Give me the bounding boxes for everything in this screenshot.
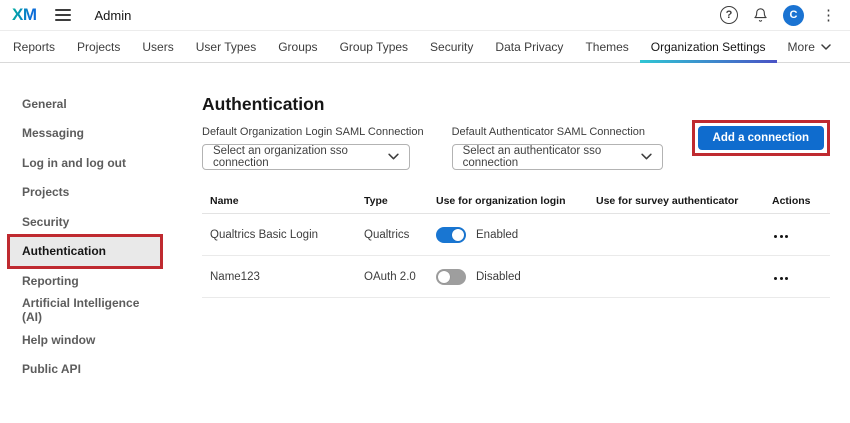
chevron-down-icon [821, 44, 831, 50]
sidebar-item-general[interactable]: General [10, 89, 160, 119]
section-title: Authentication [202, 94, 830, 115]
sidebar-item-messaging[interactable]: Messaging [10, 119, 160, 149]
tab-groups[interactable]: Groups [267, 31, 328, 62]
org-login-toggle-label: Enabled [476, 229, 518, 241]
authenticator-saml-label: Default Authenticator SAML Connection [452, 126, 663, 138]
tab-more-label: More [788, 40, 815, 54]
row-actions-ellipsis-icon[interactable] [772, 235, 788, 238]
settings-sidebar: General Messaging Log in and log out Pro… [0, 63, 202, 384]
authenticator-saml-select-value: Select an authenticator sso connection [463, 145, 641, 169]
table-row: Name123 OAuth 2.0 Disabled [202, 256, 830, 298]
sidebar-item-artificial-intelligence[interactable]: Artificial Intelligence (AI) [10, 296, 160, 326]
top-bar: XM Admin ? C ⋮ [0, 0, 850, 31]
org-login-saml-select[interactable]: Select an organization sso connection [202, 144, 410, 170]
tab-themes[interactable]: Themes [574, 31, 639, 62]
notifications-bell-icon[interactable] [753, 7, 768, 23]
connection-type: Qualtrics [362, 229, 434, 241]
user-avatar[interactable]: C [783, 5, 804, 26]
overflow-kebab-icon[interactable]: ⋮ [819, 8, 838, 23]
tab-user-types[interactable]: User Types [185, 31, 267, 62]
page-title-admin: Admin [95, 8, 132, 23]
col-header-org-login: Use for organization login [434, 195, 594, 207]
sidebar-item-help-window[interactable]: Help window [10, 325, 160, 355]
connections-table: Name Type Use for organization login Use… [202, 188, 830, 298]
org-login-saml-select-value: Select an organization sso connection [213, 145, 388, 169]
sidebar-item-reporting[interactable]: Reporting [10, 266, 160, 296]
tab-group-types[interactable]: Group Types [329, 31, 419, 62]
col-header-name: Name [202, 195, 362, 207]
org-login-toggle-cell: Disabled [434, 269, 594, 285]
admin-app-window: XM Admin ? C ⋮ Reports Projects Users Us… [0, 0, 850, 423]
authenticator-saml-select[interactable]: Select an authenticator sso connection [452, 144, 663, 170]
org-login-toggle[interactable] [436, 269, 466, 285]
table-row: Qualtrics Basic Login Qualtrics Enabled [202, 214, 830, 256]
page-body: General Messaging Log in and log out Pro… [0, 63, 850, 384]
col-header-survey-authenticator: Use for survey authenticator [594, 195, 770, 207]
org-login-toggle-label: Disabled [476, 271, 521, 283]
hamburger-menu-icon[interactable] [55, 9, 71, 21]
sidebar-item-log-in-and-log-out[interactable]: Log in and log out [10, 148, 160, 178]
col-header-type: Type [362, 195, 434, 207]
tab-organization-settings[interactable]: Organization Settings [640, 31, 777, 62]
row-actions-cell [770, 271, 830, 283]
tab-security[interactable]: Security [419, 31, 484, 62]
sidebar-item-projects[interactable]: Projects [10, 178, 160, 208]
sidebar-item-public-api[interactable]: Public API [10, 355, 160, 385]
help-icon[interactable]: ? [720, 6, 738, 24]
org-login-saml-field: Default Organization Login SAML Connecti… [202, 126, 424, 170]
annotation-highlight-box: Add a connection [692, 120, 830, 156]
col-header-actions: Actions [770, 195, 830, 207]
tab-reports[interactable]: Reports [2, 31, 66, 62]
authenticator-saml-field: Default Authenticator SAML Connection Se… [452, 126, 663, 170]
add-connection-button[interactable]: Add a connection [698, 126, 824, 150]
tab-more[interactable]: More [777, 31, 842, 62]
tab-projects[interactable]: Projects [66, 31, 131, 62]
tab-data-privacy[interactable]: Data Privacy [484, 31, 574, 62]
chevron-down-icon [641, 151, 652, 163]
org-login-saml-label: Default Organization Login SAML Connecti… [202, 126, 424, 138]
org-login-toggle-cell: Enabled [434, 227, 594, 243]
chevron-down-icon [388, 151, 399, 163]
sidebar-item-authentication[interactable]: Authentication [10, 237, 160, 267]
tab-users[interactable]: Users [131, 31, 184, 62]
connection-name: Name123 [202, 271, 362, 283]
row-actions-ellipsis-icon[interactable] [772, 277, 788, 280]
row-actions-cell [770, 229, 830, 241]
connection-name: Qualtrics Basic Login [202, 229, 362, 241]
sidebar-item-security[interactable]: Security [10, 207, 160, 237]
table-header-row: Name Type Use for organization login Use… [202, 188, 830, 214]
connection-type: OAuth 2.0 [362, 271, 434, 283]
admin-nav-tabs: Reports Projects Users User Types Groups… [0, 31, 850, 63]
xm-logo: XM [12, 5, 37, 25]
authentication-panel: Authentication Add a connection Default … [202, 63, 830, 298]
topbar-actions: ? C ⋮ [720, 5, 838, 26]
org-login-toggle[interactable] [436, 227, 466, 243]
